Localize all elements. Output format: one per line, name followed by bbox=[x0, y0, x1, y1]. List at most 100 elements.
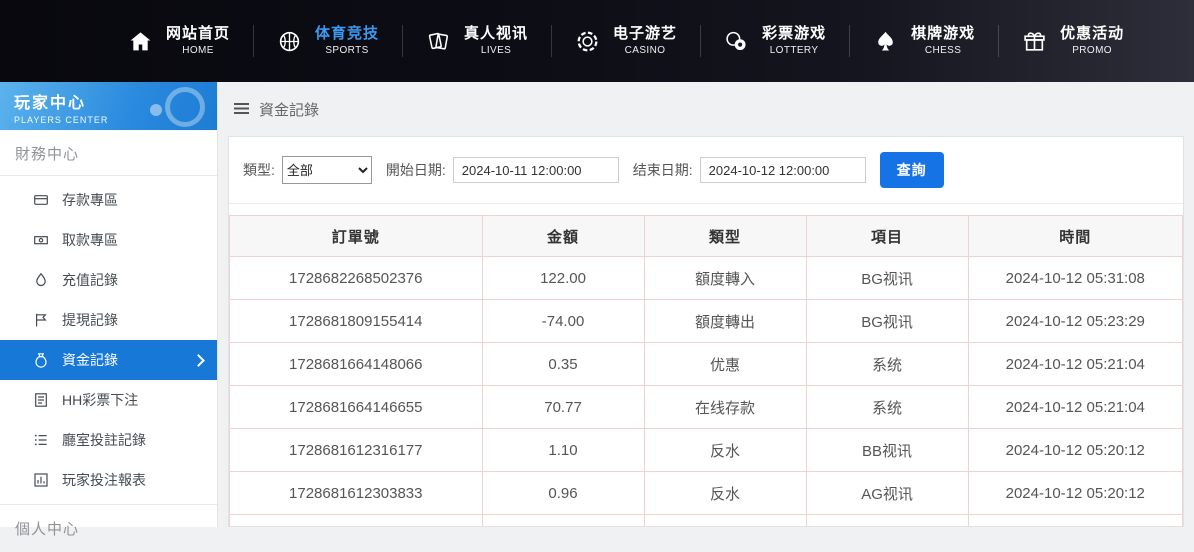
nav-label-zh: 体育竞技 bbox=[315, 25, 379, 42]
nav-item-home[interactable]: 网站首页 HOME bbox=[104, 18, 253, 64]
sidebar-item-label: 資金記錄 bbox=[62, 350, 118, 370]
table-row: 1728681664146655 70.77 在线存款 系统 2024-10-1… bbox=[230, 386, 1183, 429]
funds-icon bbox=[33, 352, 49, 368]
cell-amount: 1.10 bbox=[482, 429, 644, 472]
nav-label-zh: 真人视讯 bbox=[464, 25, 528, 42]
top-navigation: 网站首页 HOME 体育竞技 SPORTS 真人视讯 LIVES bbox=[0, 0, 1194, 82]
section-title-personal: 個人中心 bbox=[0, 504, 217, 552]
sidebar-item-hh-lottery-bets[interactable]: HH彩票下注 bbox=[0, 380, 217, 420]
end-date-label: 结束日期: bbox=[633, 160, 693, 180]
table-row: 1728682268502376 122.00 額度轉入 BG视讯 2024-1… bbox=[230, 257, 1183, 300]
bet-record-icon bbox=[33, 432, 49, 448]
cell-order-no: 1728682268502376 bbox=[230, 257, 483, 300]
decor-circles-icon bbox=[165, 87, 205, 127]
sidebar-menu: 存款專區 取款專區 充值記錄 提現記錄 資金記錄 HH彩票下注 廳室投註記錄 bbox=[0, 176, 217, 504]
sidebar-item-label: 廳室投註記錄 bbox=[62, 430, 146, 450]
sidebar-item-withdraw-record[interactable]: 提現記錄 bbox=[0, 300, 217, 340]
table-row: 1728681612316177 1.10 反水 BB视讯 2024-10-12… bbox=[230, 429, 1183, 472]
cell-item: AG视讯 bbox=[806, 472, 968, 515]
cell-time: 2024-10-11 16:10:00 bbox=[968, 515, 1182, 528]
cell-order-no: 1728681612303833 bbox=[230, 472, 483, 515]
nav-item-sports[interactable]: 体育竞技 SPORTS bbox=[253, 18, 402, 64]
nav-label-zh: 彩票游戏 bbox=[762, 25, 826, 42]
type-select[interactable]: 全部 bbox=[282, 156, 372, 184]
cell-type: 額度轉出 bbox=[644, 300, 806, 343]
cell-order-no: 1728681664146655 bbox=[230, 386, 483, 429]
deposit-card-icon bbox=[33, 192, 49, 208]
header-amount: 金額 bbox=[482, 216, 644, 257]
nav-item-lottery[interactable]: 彩票游戏 LOTTERY bbox=[700, 18, 849, 64]
nav-label-en: LOTTERY bbox=[770, 45, 819, 57]
cell-order-no: 1728681664148066 bbox=[230, 343, 483, 386]
cell-order-no: 1728634200075225 bbox=[230, 515, 483, 528]
header-time: 時間 bbox=[968, 216, 1182, 257]
nav-label-zh: 棋牌游戏 bbox=[911, 25, 975, 42]
nav-item-casino[interactable]: 电子游艺 CASINO bbox=[551, 18, 700, 64]
cell-time: 2024-10-12 05:20:12 bbox=[968, 472, 1182, 515]
sidebar: 玩家中心 PLAYERS CENTER 財務中心 存款專區 取款專區 充值記錄 … bbox=[0, 82, 218, 527]
cell-item: 系统 bbox=[806, 343, 968, 386]
basketball-icon bbox=[276, 28, 303, 55]
report-icon bbox=[33, 472, 49, 488]
nav-item-promo[interactable]: 优惠活动 PROMO bbox=[998, 18, 1147, 64]
sidebar-item-room-bet-record[interactable]: 廳室投註記錄 bbox=[0, 420, 217, 460]
nav-label-zh: 优惠活动 bbox=[1060, 25, 1124, 42]
cell-type: 优惠 bbox=[644, 343, 806, 386]
search-button[interactable]: 查詢 bbox=[880, 152, 944, 188]
page-title: 資金記錄 bbox=[259, 99, 319, 120]
table-body: 1728682268502376 122.00 額度轉入 BG视讯 2024-1… bbox=[230, 257, 1183, 528]
sidebar-item-label: 玩家投注報表 bbox=[62, 470, 146, 490]
sidebar-item-label: 取款專區 bbox=[62, 230, 118, 250]
cell-amount: 122.00 bbox=[482, 257, 644, 300]
sidebar-item-label: 存款專區 bbox=[62, 190, 118, 210]
sidebar-item-label: HH彩票下注 bbox=[62, 390, 138, 410]
cell-item: BB视讯 bbox=[806, 515, 968, 528]
cell-amount: 70.77 bbox=[482, 386, 644, 429]
menu-toggle-icon[interactable] bbox=[234, 103, 249, 115]
sidebar-item-label: 充值記錄 bbox=[62, 270, 118, 290]
cell-amount: -74.00 bbox=[482, 300, 644, 343]
sidebar-header: 玩家中心 PLAYERS CENTER bbox=[0, 82, 217, 130]
withdraw-record-icon bbox=[33, 312, 49, 328]
lottery-balls-icon bbox=[723, 28, 750, 55]
gift-icon bbox=[1021, 28, 1048, 55]
nav-label-en: CASINO bbox=[625, 45, 666, 57]
chip-icon bbox=[574, 28, 601, 55]
cell-type: 反水 bbox=[644, 472, 806, 515]
cell-order-no: 1728681809155414 bbox=[230, 300, 483, 343]
sidebar-item-funds-record[interactable]: 資金記錄 bbox=[0, 340, 217, 380]
cell-amount: 0.35 bbox=[482, 343, 644, 386]
end-date-input[interactable] bbox=[700, 157, 866, 183]
nav-label-zh: 电子游艺 bbox=[613, 25, 677, 42]
cell-order-no: 1728681612316177 bbox=[230, 429, 483, 472]
sidebar-item-player-bet-report[interactable]: 玩家投注報表 bbox=[0, 460, 217, 500]
sidebar-item-withdraw[interactable]: 取款專區 bbox=[0, 220, 217, 260]
cell-amount: 0.72 bbox=[482, 515, 644, 528]
cell-time: 2024-10-12 05:31:08 bbox=[968, 257, 1182, 300]
nav-item-chess[interactable]: 棋牌游戏 CHESS bbox=[849, 18, 998, 64]
header-order-no: 訂單號 bbox=[230, 216, 483, 257]
table-row: 1728681664148066 0.35 优惠 系统 2024-10-12 0… bbox=[230, 343, 1183, 386]
nav-label-zh: 网站首页 bbox=[166, 25, 230, 42]
sidebar-item-recharge-record[interactable]: 充值記錄 bbox=[0, 260, 217, 300]
nav-label-en: HOME bbox=[182, 45, 214, 57]
cell-time: 2024-10-12 05:23:29 bbox=[968, 300, 1182, 343]
table-row: 1728634200075225 0.72 反水 BB视讯 2024-10-11… bbox=[230, 515, 1183, 528]
lottery-bet-icon bbox=[33, 392, 49, 408]
sidebar-item-deposit[interactable]: 存款專區 bbox=[0, 180, 217, 220]
start-date-label: 開始日期: bbox=[386, 160, 446, 180]
nav-label-en: SPORTS bbox=[325, 45, 368, 57]
start-date-input[interactable] bbox=[453, 157, 619, 183]
section-title-finance: 財務中心 bbox=[0, 130, 217, 176]
home-icon bbox=[127, 28, 154, 55]
cell-time: 2024-10-12 05:21:04 bbox=[968, 386, 1182, 429]
nav-item-lives[interactable]: 真人视讯 LIVES bbox=[402, 18, 551, 64]
content-panel: 類型: 全部 開始日期: 结束日期: 查詢 訂單號 金額 類型 項目 時間 bbox=[228, 136, 1184, 527]
cell-time: 2024-10-12 05:20:12 bbox=[968, 429, 1182, 472]
table-row: 1728681809155414 -74.00 額度轉出 BG视讯 2024-1… bbox=[230, 300, 1183, 343]
breadcrumb: 資金記錄 bbox=[228, 82, 1184, 136]
cell-amount: 0.96 bbox=[482, 472, 644, 515]
chevron-right-icon bbox=[192, 354, 205, 367]
nav-label-en: LIVES bbox=[481, 45, 511, 57]
cell-type: 在线存款 bbox=[644, 386, 806, 429]
